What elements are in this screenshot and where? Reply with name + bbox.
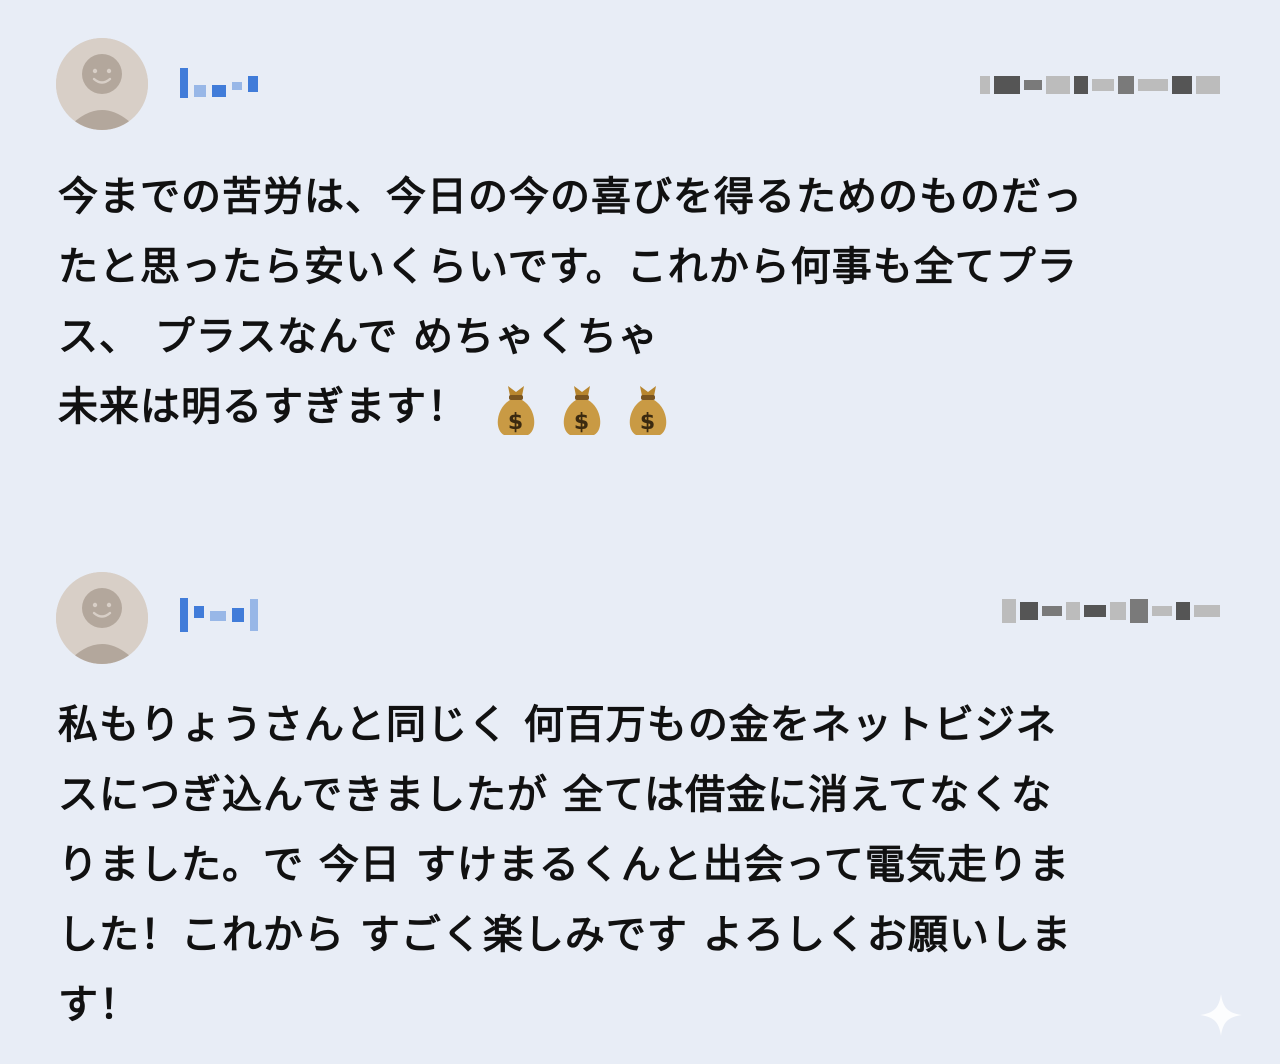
svg-text:$: $ (640, 410, 656, 435)
timestamp-blurred (980, 70, 1220, 100)
blur-pixel (232, 608, 244, 622)
blur-pixel (180, 598, 188, 632)
comment-post-1: 今までの苦労は、今日の今の喜びを得るためのものだっ たと思ったら安いくらいです。こ… (0, 0, 1280, 520)
blur-pixel (1002, 599, 1016, 623)
blur-pixel (1066, 602, 1080, 620)
avatar[interactable] (56, 572, 148, 664)
blur-pixel (1196, 76, 1220, 94)
default-avatar-icon (56, 572, 148, 664)
blur-pixel (194, 606, 204, 618)
money-bag-icon: $ (563, 386, 601, 435)
svg-text:$: $ (574, 410, 590, 435)
sparkle-icon (1200, 994, 1242, 1036)
blur-pixel (994, 76, 1020, 94)
blur-pixel (1042, 606, 1062, 616)
blur-pixel (1138, 79, 1168, 91)
comment-line: スにつぎ込んできましたが 全ては借金に消えてなくな (58, 772, 1053, 818)
comment-line: たと思ったら安いくらいです。これから何事も全てプラ (58, 244, 1078, 290)
comment-line: りました。で 今日 すけまるくんと出会って電気走りま (58, 842, 1070, 888)
blur-pixel (1176, 602, 1190, 620)
default-avatar-icon (56, 38, 148, 130)
comment-line: 今までの苦労は、今日の今の喜びを得るためのものだっ (58, 174, 1083, 220)
blur-pixel (1152, 606, 1172, 616)
blur-pixel (1194, 605, 1220, 617)
avatar[interactable] (56, 38, 148, 130)
timestamp-blurred (1002, 596, 1220, 626)
blur-pixel (212, 85, 226, 97)
blur-pixel (1110, 602, 1126, 620)
blur-pixel (210, 611, 226, 621)
comment-line: 私もりょうさんと同じく 何百万もの金をネットビジネ (58, 702, 1057, 748)
blur-pixel (1092, 79, 1114, 91)
blur-pixel (1118, 76, 1134, 94)
emoji-row: $ $ $ (490, 380, 674, 438)
comment-line: 未来は明るすぎます！ (58, 384, 468, 430)
blur-pixel (250, 599, 258, 631)
blur-pixel (180, 68, 188, 98)
money-bag-icon: $ (629, 386, 667, 435)
comment-line-with-emoji: 未来は明るすぎます！ $ $ $ (58, 372, 1228, 442)
blur-pixel (232, 82, 242, 90)
blur-pixel (1020, 602, 1038, 620)
comment-text: 私もりょうさんと同じく 何百万もの金をネットビジネ スにつぎ込んできましたが 全て… (58, 690, 1228, 1040)
blur-pixel (1046, 76, 1070, 94)
blur-pixel (1024, 80, 1042, 90)
blur-pixel (1130, 599, 1148, 623)
username-blurred[interactable] (180, 66, 258, 100)
blur-pixel (980, 76, 990, 94)
comment-post-2: 私もりょうさんと同じく 何百万もの金をネットビジネ スにつぎ込んできましたが 全て… (0, 540, 1280, 1064)
username-blurred[interactable] (180, 598, 258, 632)
comment-text: 今までの苦労は、今日の今の喜びを得るためのものだっ たと思ったら安いくらいです。こ… (58, 162, 1228, 442)
comment-line: した！これから すごく楽しみです よろしくお願いしま (58, 912, 1072, 958)
svg-text:$: $ (508, 410, 524, 435)
money-bag-icon: $ (497, 386, 535, 435)
blur-pixel (1074, 76, 1088, 94)
comment-line: す！ (58, 982, 140, 1028)
blur-pixel (1172, 76, 1192, 94)
comment-line: ス、 プラスなんで めちゃくちゃ (58, 314, 660, 360)
blur-pixel (248, 76, 258, 92)
blur-pixel (194, 85, 206, 97)
blur-pixel (1084, 605, 1106, 617)
